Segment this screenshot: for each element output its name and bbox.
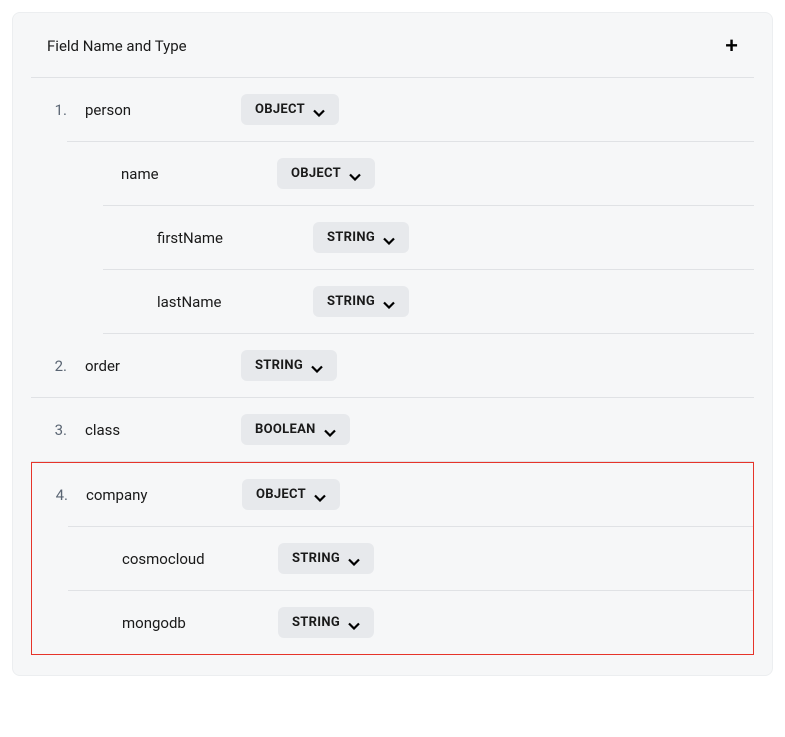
type-selector[interactable]: STRING	[278, 543, 374, 574]
field-name: name	[103, 165, 159, 183]
type-label: STRING	[255, 358, 303, 373]
chevron-down-icon	[314, 491, 326, 499]
type-selector[interactable]: BOOLEAN	[241, 414, 350, 445]
row-number: 2.	[31, 357, 67, 375]
field-row: . lastName STRING	[103, 269, 754, 333]
chevron-down-icon	[348, 619, 360, 627]
field-row: 2. order STRING	[31, 334, 754, 397]
schema-editor-card: Field Name and Type + 1. person OBJECT .…	[12, 12, 773, 676]
field-row: 1. person OBJECT	[31, 77, 754, 141]
row-number: 1.	[31, 101, 67, 119]
type-selector[interactable]: STRING	[313, 286, 409, 317]
chevron-down-icon	[311, 362, 323, 370]
plus-icon: +	[725, 33, 738, 58]
header-title: Field Name and Type	[47, 37, 187, 55]
row-number: 3.	[31, 421, 67, 439]
type-label: OBJECT	[256, 487, 306, 502]
field-name: cosmocloud	[104, 550, 205, 568]
field-row: 3. class BOOLEAN	[31, 397, 754, 461]
type-label: BOOLEAN	[255, 422, 316, 437]
highlighted-field-group: 4. company OBJECT . cosmocloud STRING	[31, 462, 754, 655]
field-row: . firstName STRING	[103, 205, 754, 269]
add-field-button[interactable]: +	[725, 35, 738, 57]
header: Field Name and Type +	[31, 35, 754, 77]
chevron-down-icon	[324, 426, 336, 434]
type-selector[interactable]: STRING	[313, 222, 409, 253]
chevron-down-icon	[383, 234, 395, 242]
type-label: STRING	[327, 230, 375, 245]
field-name: lastName	[139, 293, 221, 311]
type-selector[interactable]: OBJECT	[241, 94, 339, 125]
field-name: person	[67, 101, 131, 119]
type-label: STRING	[292, 551, 340, 566]
field-row: . mongodb STRING	[68, 590, 753, 654]
field-name: order	[67, 357, 120, 375]
type-label: STRING	[292, 615, 340, 630]
field-name: class	[67, 421, 120, 439]
field-name: mongodb	[104, 614, 186, 632]
type-selector[interactable]: STRING	[241, 350, 337, 381]
type-label: OBJECT	[255, 102, 305, 117]
type-selector[interactable]: OBJECT	[277, 158, 375, 189]
field-row: . name OBJECT	[67, 141, 754, 205]
type-label: OBJECT	[291, 166, 341, 181]
field-name: company	[68, 486, 148, 504]
chevron-down-icon	[349, 170, 361, 178]
row-number: 4.	[32, 486, 68, 504]
type-selector[interactable]: STRING	[278, 607, 374, 638]
chevron-down-icon	[348, 555, 360, 563]
type-selector[interactable]: OBJECT	[242, 479, 340, 510]
field-row: . cosmocloud STRING	[68, 526, 753, 590]
type-label: STRING	[327, 294, 375, 309]
field-name: firstName	[139, 229, 223, 247]
chevron-down-icon	[383, 298, 395, 306]
chevron-down-icon	[313, 106, 325, 114]
field-row: 4. company OBJECT	[32, 463, 753, 526]
